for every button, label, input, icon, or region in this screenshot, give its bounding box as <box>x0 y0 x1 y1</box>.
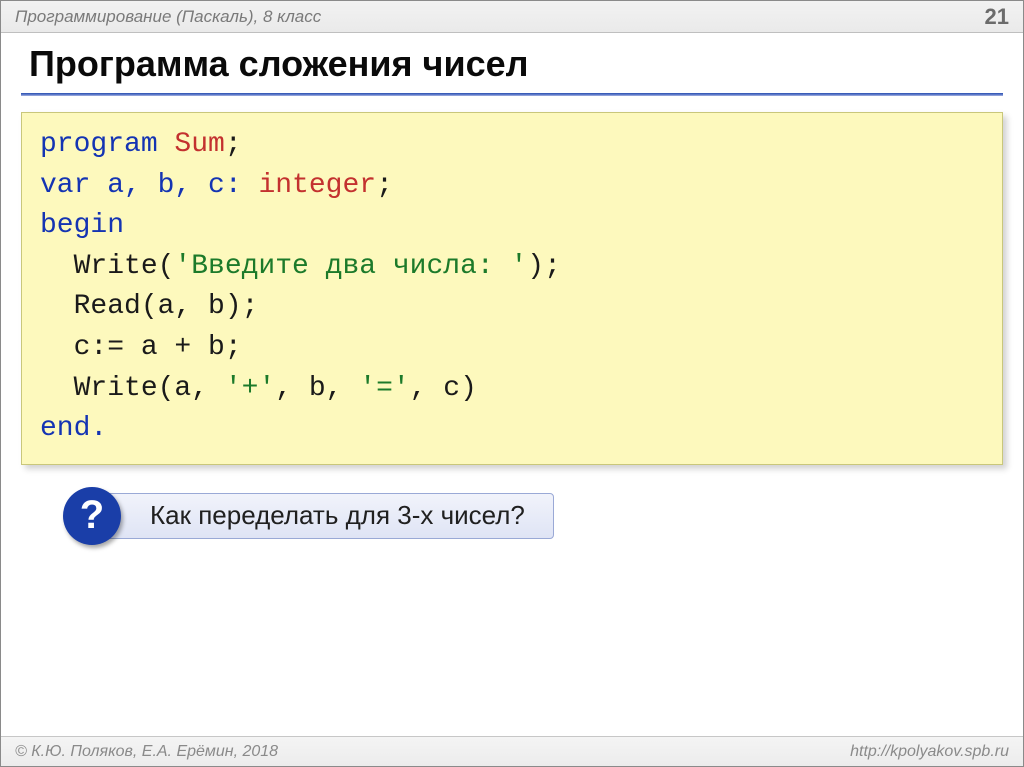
page-title: Программа сложения чисел <box>1 33 1023 93</box>
code-text: ; <box>225 129 242 160</box>
kw-end: end. <box>40 413 107 444</box>
kw-begin: begin <box>40 210 124 241</box>
code-text: c:= a + b; <box>40 332 242 363</box>
kw-program: program <box>40 129 174 160</box>
code-text: Read(a, b); <box>40 291 258 322</box>
code-text: Write(a, <box>40 373 225 404</box>
header-bar: Программирование (Паскаль), 8 класс 21 <box>1 1 1023 33</box>
code-text: , c) <box>410 373 477 404</box>
question-box: Как переделать для 3-х чисел? <box>99 493 554 539</box>
kw-var: var a, b, c: <box>40 170 258 201</box>
code-text: ); <box>527 251 561 282</box>
question-icon: ? <box>63 487 121 545</box>
code-text: , b, <box>275 373 359 404</box>
question-text: Как переделать для 3-х чисел? <box>150 500 525 531</box>
footer-url: http://kpolyakov.spb.ru <box>850 743 1009 761</box>
type-integer: integer <box>258 170 376 201</box>
code-text: Write( <box>40 251 174 282</box>
course-label: Программирование (Паскаль), 8 класс <box>15 7 321 27</box>
copyright: © К.Ю. Поляков, Е.А. Ерёмин, 2018 <box>15 743 278 761</box>
code-block: program Sum; var a, b, c: integer; begin… <box>21 112 1003 465</box>
ident-sum: Sum <box>174 129 224 160</box>
string-literal: '=' <box>359 373 409 404</box>
footer-bar: © К.Ю. Поляков, Е.А. Ерёмин, 2018 http:/… <box>1 736 1023 766</box>
code-text: ; <box>376 170 393 201</box>
string-literal: '+' <box>225 373 275 404</box>
title-rule <box>21 93 1003 96</box>
question-callout: ? Как переделать для 3-х чисел? <box>63 489 1023 547</box>
slide: Программирование (Паскаль), 8 класс 21 П… <box>0 0 1024 767</box>
string-literal: 'Введите два числа: ' <box>174 251 527 282</box>
page-number: 21 <box>985 4 1009 30</box>
